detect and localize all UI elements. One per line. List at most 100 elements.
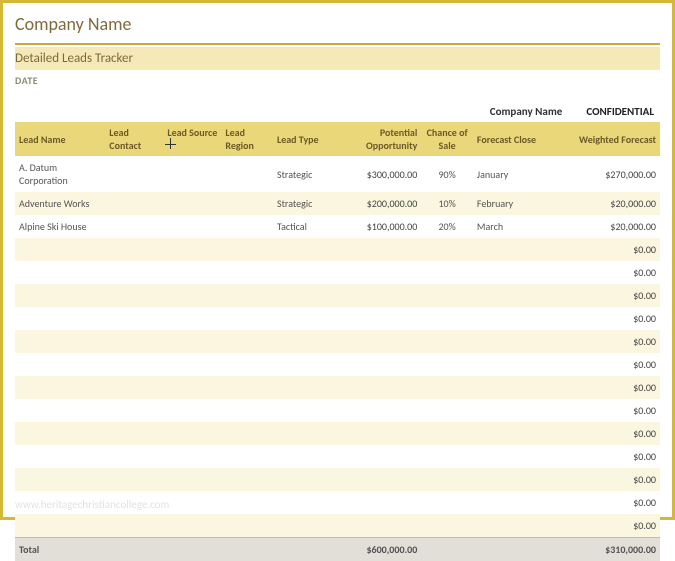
col-lead-source-label: Lead Source bbox=[167, 126, 217, 139]
cell-potential bbox=[325, 353, 422, 376]
cell-forecast-close: March bbox=[473, 215, 550, 238]
table-row: $0.00 bbox=[15, 307, 660, 330]
cell-lead-type bbox=[273, 330, 325, 353]
cell-chance: 20% bbox=[421, 215, 473, 238]
table-body: A. Datum CorporationStrategic$300,000.00… bbox=[15, 156, 660, 538]
cell-lead-type bbox=[273, 399, 325, 422]
cell-potential bbox=[325, 330, 422, 353]
cell-potential bbox=[325, 376, 422, 399]
cell-lead-contact bbox=[105, 399, 163, 422]
cell-chance bbox=[421, 330, 473, 353]
total-blank1 bbox=[421, 538, 473, 561]
col-lead-name: Lead Name bbox=[15, 122, 105, 156]
cell-forecast-close bbox=[473, 468, 550, 491]
cell-weighted: $0.00 bbox=[550, 514, 660, 538]
cell-lead-name bbox=[15, 491, 105, 514]
cell-weighted: $0.00 bbox=[550, 376, 660, 399]
cell-forecast-close bbox=[473, 399, 550, 422]
table-row: $0.00 bbox=[15, 422, 660, 445]
document-page: Company Name Detailed Leads Tracker DATE… bbox=[0, 0, 675, 520]
cell-weighted: $0.00 bbox=[550, 353, 660, 376]
cell-lead-contact bbox=[105, 330, 163, 353]
cell-lead-source bbox=[163, 376, 221, 399]
cell-forecast-close bbox=[473, 514, 550, 538]
cell-potential bbox=[325, 514, 422, 538]
cell-forecast-close bbox=[473, 491, 550, 514]
cell-lead-source bbox=[163, 422, 221, 445]
cell-chance bbox=[421, 284, 473, 307]
table-row: Adventure WorksStrategic$200,000.0010%Fe… bbox=[15, 192, 660, 215]
cell-chance bbox=[421, 422, 473, 445]
cell-lead-type bbox=[273, 491, 325, 514]
cell-lead-type bbox=[273, 445, 325, 468]
cell-lead-source bbox=[163, 238, 221, 261]
table-row: $0.00 bbox=[15, 353, 660, 376]
cell-lead-type bbox=[273, 514, 325, 538]
cell-chance bbox=[421, 468, 473, 491]
cell-chance bbox=[421, 514, 473, 538]
cell-chance: 10% bbox=[421, 192, 473, 215]
cell-lead-source bbox=[163, 215, 221, 238]
cell-chance bbox=[421, 238, 473, 261]
cell-weighted: $20,000.00 bbox=[550, 192, 660, 215]
cell-weighted: $0.00 bbox=[550, 399, 660, 422]
cell-lead-type bbox=[273, 468, 325, 491]
cell-lead-source bbox=[163, 330, 221, 353]
cell-lead-region bbox=[221, 376, 273, 399]
cell-weighted: $0.00 bbox=[550, 238, 660, 261]
cell-lead-region bbox=[221, 514, 273, 538]
total-label: Total bbox=[15, 538, 325, 561]
cell-lead-name bbox=[15, 307, 105, 330]
cell-lead-name: Adventure Works bbox=[15, 192, 105, 215]
table-row: $0.00 bbox=[15, 238, 660, 261]
cell-lead-source bbox=[163, 156, 221, 192]
table-row: $0.00 bbox=[15, 330, 660, 353]
cell-lead-type bbox=[273, 376, 325, 399]
cell-potential bbox=[325, 399, 422, 422]
cell-lead-name bbox=[15, 468, 105, 491]
subtitle-band: Detailed Leads Tracker bbox=[15, 47, 660, 70]
cell-lead-name: Alpine Ski House bbox=[15, 215, 105, 238]
super-header: Company Name CONFIDENTIAL bbox=[15, 105, 660, 118]
cell-potential: $100,000.00 bbox=[325, 215, 422, 238]
cell-potential bbox=[325, 261, 422, 284]
cell-lead-region bbox=[221, 445, 273, 468]
cell-lead-type: Strategic bbox=[273, 156, 325, 192]
col-weighted: Weighted Forecast bbox=[550, 122, 660, 156]
cell-lead-type bbox=[273, 238, 325, 261]
cell-forecast-close bbox=[473, 307, 550, 330]
cell-lead-contact bbox=[105, 376, 163, 399]
cell-lead-region bbox=[221, 399, 273, 422]
cell-lead-contact bbox=[105, 156, 163, 192]
cell-forecast-close bbox=[473, 238, 550, 261]
cell-lead-source bbox=[163, 284, 221, 307]
cell-lead-region bbox=[221, 330, 273, 353]
cell-chance: 90% bbox=[421, 156, 473, 192]
cell-lead-name bbox=[15, 514, 105, 538]
cell-lead-type: Strategic bbox=[273, 192, 325, 215]
cell-potential bbox=[325, 445, 422, 468]
cell-lead-name: A. Datum Corporation bbox=[15, 156, 105, 192]
table-row: $0.00 bbox=[15, 491, 660, 514]
cell-lead-region bbox=[221, 284, 273, 307]
cell-lead-name bbox=[15, 399, 105, 422]
cell-potential bbox=[325, 284, 422, 307]
cell-lead-contact bbox=[105, 284, 163, 307]
cell-weighted: $270,000.00 bbox=[550, 156, 660, 192]
cell-forecast-close bbox=[473, 353, 550, 376]
superheader-company: Company Name bbox=[490, 105, 563, 118]
cell-chance bbox=[421, 261, 473, 284]
cell-lead-name bbox=[15, 238, 105, 261]
cell-lead-source bbox=[163, 491, 221, 514]
cell-potential bbox=[325, 422, 422, 445]
cell-lead-region bbox=[221, 215, 273, 238]
table-row: $0.00 bbox=[15, 376, 660, 399]
cell-chance bbox=[421, 445, 473, 468]
cell-lead-name bbox=[15, 330, 105, 353]
cell-weighted: $20,000.00 bbox=[550, 215, 660, 238]
cell-lead-contact bbox=[105, 468, 163, 491]
table-row: $0.00 bbox=[15, 514, 660, 538]
cell-lead-source bbox=[163, 445, 221, 468]
cell-lead-region bbox=[221, 192, 273, 215]
cell-lead-region bbox=[221, 468, 273, 491]
